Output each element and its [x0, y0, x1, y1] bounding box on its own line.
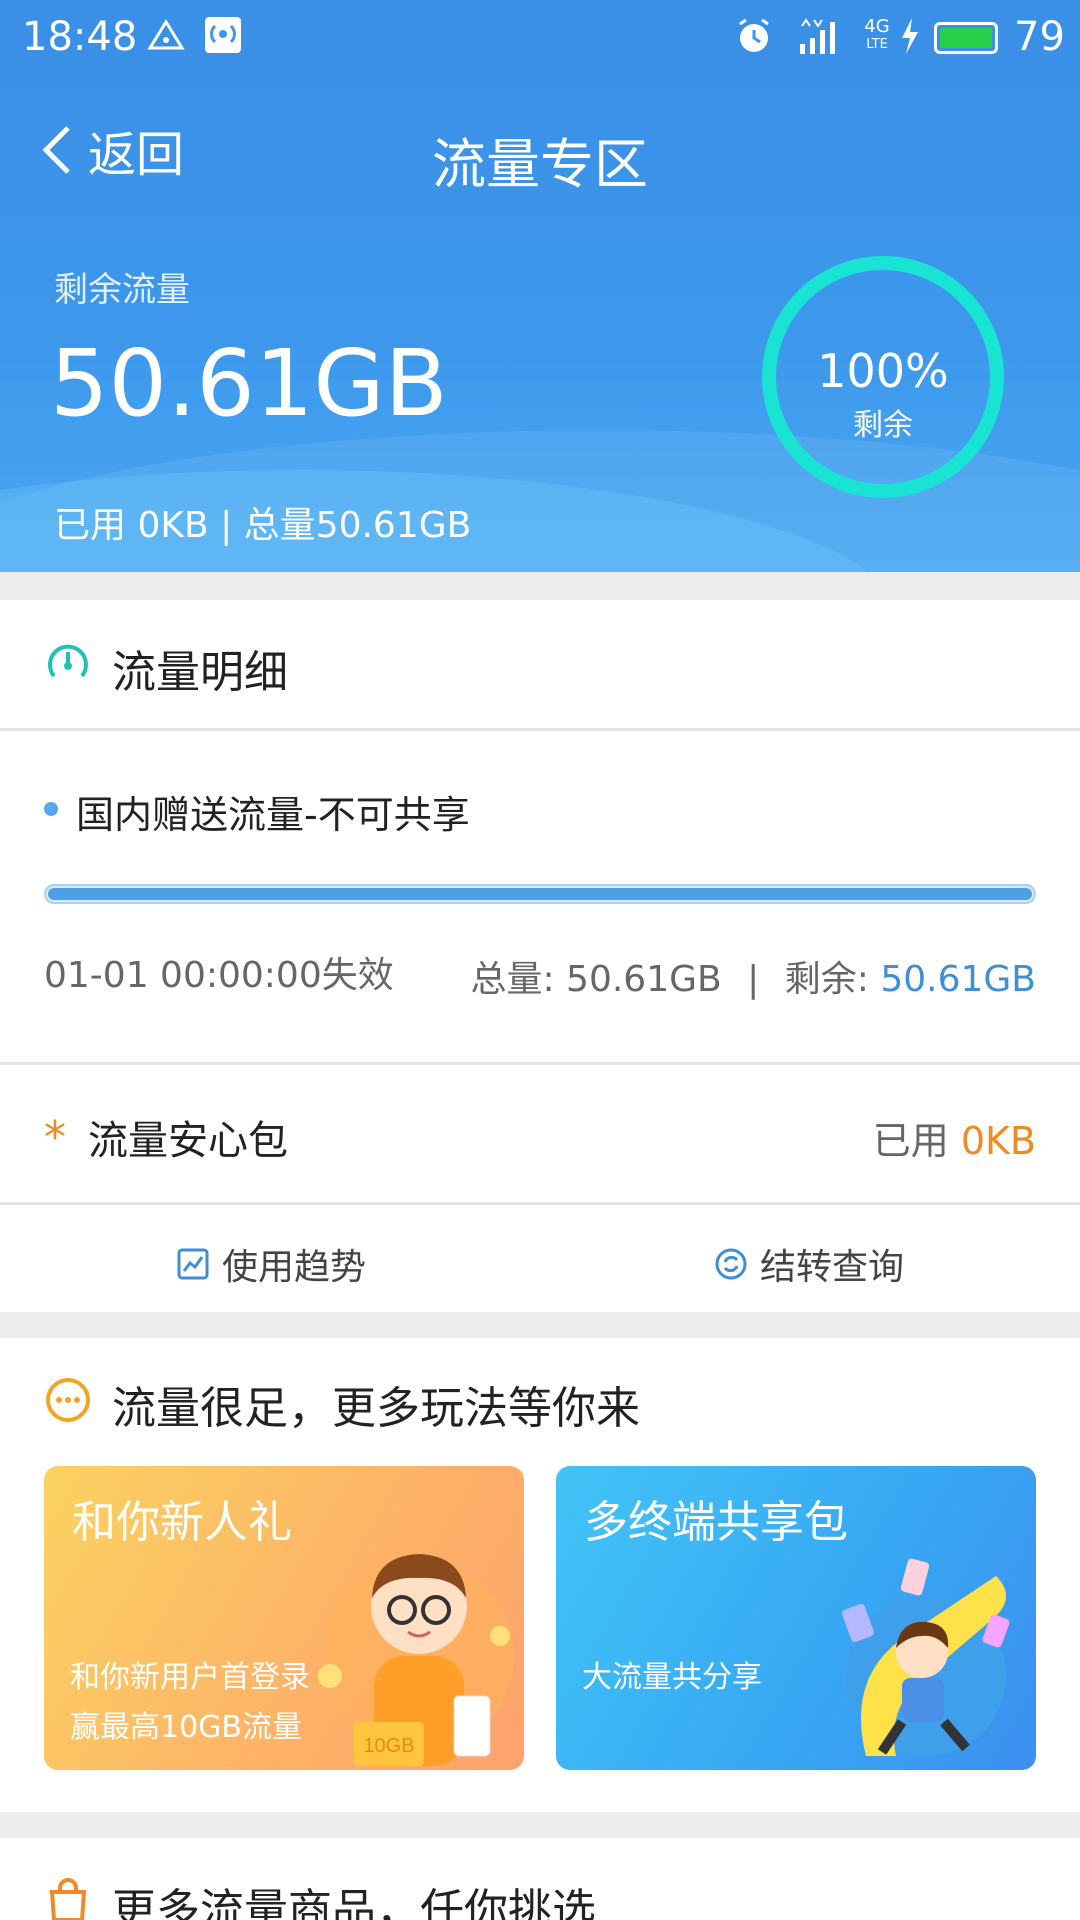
share-illustration — [842, 1558, 1010, 1756]
newcomer-gift-line1: 和你新用户首登录 — [70, 1660, 310, 1695]
remain-label: 剩余: — [784, 959, 869, 1000]
newcomer-gift-card[interactable]: 和你新人礼 和你新用户首登录 赢最高10GB流量 10GB — [44, 1466, 524, 1770]
multi-device-share-title: 多终端共享包 — [584, 1497, 848, 1548]
multi-device-share-line1: 大流量共分享 — [582, 1660, 762, 1695]
wifi-hotspot-icon — [204, 16, 242, 56]
remaining-label: 剩余流量 — [54, 270, 190, 310]
anxin-used-label: 已用 — [872, 1119, 949, 1163]
remaining-value: 50.61GB — [50, 330, 448, 437]
star-icon: * — [44, 1112, 66, 1163]
refresh-icon — [715, 1248, 747, 1280]
used-total-line: 已用 0KB | 总量50.61GB — [54, 505, 472, 546]
detail-section-title: 流量明细 — [112, 647, 288, 698]
anxin-used-value: 0KB — [960, 1119, 1036, 1163]
status-bar: 18:48 4G LTE 79 — [0, 0, 1080, 76]
promo-section-title: 流量很足，更多玩法等你来 — [112, 1383, 640, 1434]
total-label: 总量: — [470, 959, 555, 1000]
gift-box-label: 10GB — [363, 1735, 414, 1757]
status-time: 18:48 — [22, 14, 138, 60]
more-products-title: 更多流量商品，任你挑选 — [112, 1885, 596, 1920]
network-type: 4G — [864, 16, 890, 37]
usage-trend-button[interactable]: 使用趋势 — [176, 1234, 366, 1294]
carryover-query-label: 结转查询 — [760, 1247, 905, 1288]
divider — [0, 1062, 1080, 1065]
more-options-icon — [46, 1378, 90, 1422]
carryover-query-button[interactable]: 结转查询 — [714, 1234, 904, 1294]
anxin-package-used: 已用 0KB — [873, 1110, 1036, 1165]
remaining-ring: 100% 剩余 — [762, 256, 1004, 498]
signal-icon — [798, 16, 844, 56]
separator: | — [747, 959, 760, 1000]
detail-item-name: 国内赠送流量-不可共享 — [76, 793, 470, 837]
newcomer-gift-line2: 赢最高10GB流量 — [70, 1710, 303, 1745]
total-value: 50.61GB — [566, 959, 722, 1000]
detail-totals: 总量: 50.61GB | 剩余: 50.61GB — [470, 950, 1036, 1002]
ring-label: 剩余 — [853, 408, 913, 443]
usage-progress-fill — [48, 888, 1032, 900]
divider — [0, 728, 1080, 731]
network-type-icon: 4G LTE — [862, 18, 892, 58]
remain-value: 50.61GB — [880, 959, 1036, 1000]
shopping-bag-icon — [49, 1878, 87, 1920]
header-panel: 18:48 4G LTE 79 返回 流量专区 剩余流量 50.61GB 已用 — [0, 0, 1080, 572]
ring-percent: 100% — [817, 344, 949, 398]
page-title: 流量专区 — [432, 133, 648, 196]
newcomer-gift-title: 和你新人礼 — [72, 1497, 292, 1548]
mascot-illustration: 10GB — [318, 1554, 514, 1766]
multi-device-share-card[interactable]: 多终端共享包 大流量共分享 — [556, 1466, 1036, 1770]
bullet-dot — [44, 802, 58, 816]
trend-chart-icon — [177, 1248, 209, 1280]
gauge-icon — [48, 644, 88, 678]
notification-icon — [146, 16, 186, 56]
divider — [0, 1202, 1080, 1205]
charging-icon — [898, 16, 922, 56]
usage-trend-label: 使用趋势 — [222, 1247, 367, 1288]
alarm-icon — [734, 16, 774, 56]
network-type-sub: LTE — [866, 37, 888, 52]
battery-icon — [934, 22, 998, 54]
anxin-package-name: 流量安心包 — [88, 1118, 288, 1164]
expire-time: 01-01 00:00:00失效 — [44, 955, 394, 996]
battery-level: 79 — [1014, 14, 1065, 60]
usage-progress-bar — [44, 884, 1036, 904]
nav-bar: 返回 流量专区 — [0, 100, 1080, 200]
